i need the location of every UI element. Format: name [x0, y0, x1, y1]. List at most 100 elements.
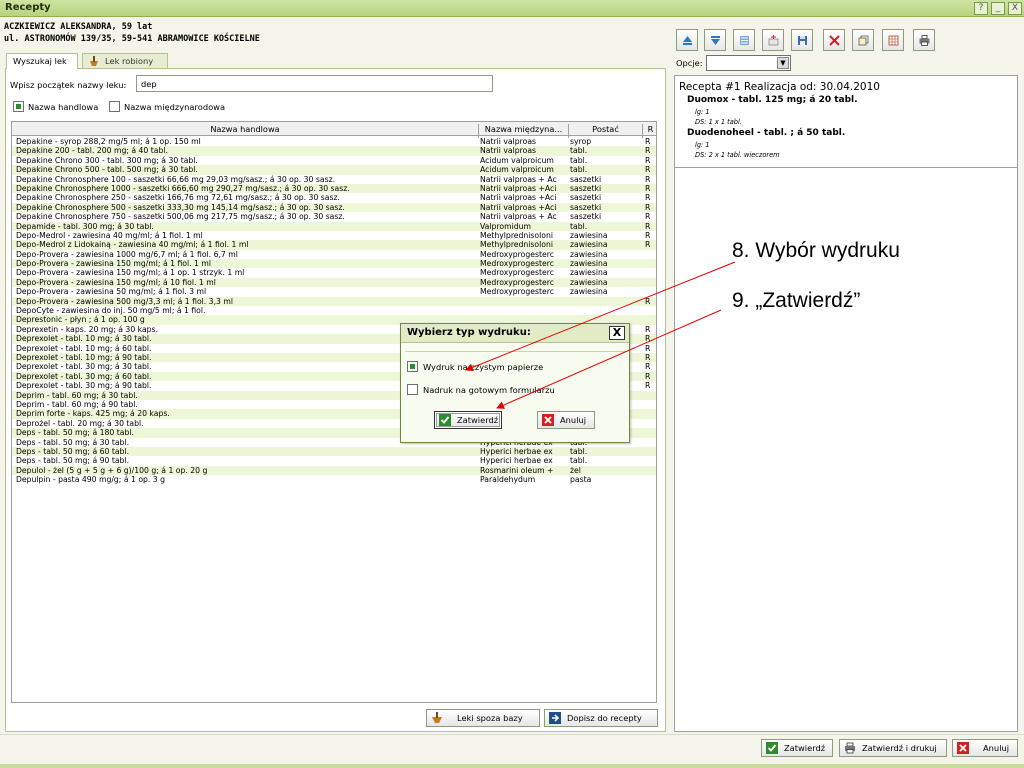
dialog-cancel-label: Anuluj — [560, 415, 587, 425]
dialog-cancel-button[interactable]: Anuluj — [537, 411, 595, 429]
plain-paper-label: Wydruk na czystym papierze — [423, 362, 544, 372]
table-icon — [888, 35, 899, 46]
table-row[interactable]: Depakine Chronosphere 100 - saszetki 66,… — [12, 174, 656, 184]
search-label: Wpisz początek nazwy leku: — [10, 80, 127, 90]
cell-trade-name: Depakine Chrono 500 - tabl. 500 mg; á 30… — [16, 165, 198, 175]
chevron-down-icon[interactable]: ▼ — [777, 57, 789, 69]
table-row[interactable]: Depakine Chrono 300 - tabl. 300 mg; á 30… — [12, 155, 656, 165]
cell-international-name: Hyperici herbae ex — [480, 446, 553, 456]
help-button[interactable]: ? — [974, 2, 988, 15]
cell-trade-name: Depo-Provera - zawiesina 150 mg/ml; á 10… — [16, 277, 216, 287]
print-button[interactable] — [913, 29, 935, 51]
cell-r: R — [645, 202, 651, 212]
move-up-button[interactable] — [676, 29, 698, 51]
tab-search-drug[interactable]: Wyszukaj lek — [6, 53, 78, 69]
table-row[interactable]: Depakine Chronosphere 250 - saszetki 166… — [12, 193, 656, 203]
table-row[interactable]: Depo-Provera - zawiesina 150 mg/ml; á 10… — [12, 277, 656, 288]
options-label: Opcje: — [676, 58, 703, 68]
table-row[interactable]: DepoCyte - zawiesina do inj. 50 mg/5 ml;… — [12, 306, 656, 316]
minimize-button[interactable]: _ — [991, 2, 1005, 15]
dosage-button[interactable] — [762, 29, 784, 51]
cell-form: tabl. — [570, 446, 588, 456]
table-row[interactable]: Depo-Medrol - zawiesina 40 mg/ml; á 1 fi… — [12, 230, 656, 240]
table-row[interactable]: Depo-Provera - zawiesina 500 mg/3,3 ml; … — [12, 296, 656, 307]
prescription-item[interactable]: Duomox - tabl. 125 mg; á 20 tabl. — [687, 95, 858, 105]
delete-button[interactable] — [823, 29, 845, 51]
list-button[interactable] — [733, 29, 755, 51]
cell-r: R — [645, 230, 651, 240]
table-row[interactable]: Depakine Chrono 500 - tabl. 500 mg; á 30… — [12, 165, 656, 175]
cell-form: zawiesina — [570, 259, 608, 269]
table-row[interactable]: Deps - tabl. 50 mg; á 90 tabl. Hyperici h… — [12, 456, 656, 466]
prescription-item[interactable]: Duodenoheel - tabl. ; á 50 tabl. — [687, 128, 845, 138]
cell-r: R — [645, 165, 651, 175]
cell-r: R — [645, 155, 651, 165]
trade-name-checkbox[interactable] — [13, 101, 24, 112]
cell-r: R — [645, 193, 651, 203]
cell-form: tabl. — [570, 165, 588, 175]
patient-name: ACZKIEWICZ ALEKSANDRA, 59 lat — [4, 22, 153, 32]
confirm-button[interactable]: Zatwierdź — [761, 739, 833, 757]
cancel-button[interactable]: Anuluj — [952, 739, 1018, 757]
patient-address: ul. ASTRONOMÓW 139/35, 59-541 ABRAMOWICE… — [4, 34, 260, 44]
cell-form: saszetki — [570, 174, 602, 184]
col-r[interactable]: R — [643, 124, 656, 134]
cell-international-name: Hyperici herbae ex — [480, 456, 553, 466]
cell-r: R — [645, 343, 651, 353]
cell-form: saszetki — [570, 183, 602, 193]
options-select[interactable]: ▼ — [706, 55, 791, 71]
copy-button[interactable] — [852, 29, 874, 51]
table-row[interactable]: Depakine Chronosphere 750 - saszetki 500… — [12, 212, 656, 221]
arrow-right-icon — [549, 712, 561, 724]
cell-trade-name: Depo-Provera - zawiesina 150 mg/ml; á 1 … — [16, 259, 211, 269]
table-row[interactable]: Depo-Medrol z Lidokainą - zawiesina 40 m… — [12, 240, 656, 250]
table-row[interactable]: Depo-Provera - zawiesina 50 mg/ml; á 1 f… — [12, 287, 656, 296]
confirm-and-print-button[interactable]: Zatwierdź i drukuj — [839, 739, 947, 757]
dialog-close-button[interactable]: X — [609, 326, 625, 340]
dialog-confirm-label: Zatwierdź — [457, 415, 499, 425]
tab-compounded-drug[interactable]: Lek robiony — [82, 53, 168, 68]
table-row[interactable]: Depakine Chronosphere 1000 - saszetki 66… — [12, 183, 656, 194]
col-form[interactable]: Postać — [569, 124, 642, 134]
prescription-entry[interactable]: Recepta #1 Realizacja od: 30.04.2010 Duo… — [675, 76, 1017, 168]
cell-r: R — [645, 183, 651, 193]
tab-label: Wyszukaj lek — [13, 56, 67, 66]
cancel-label: Anuluj — [983, 743, 1010, 753]
cell-international-name: Natrii valproas +Aci — [480, 193, 557, 203]
preprinted-form-checkbox[interactable] — [407, 384, 418, 395]
add-to-prescription-button[interactable]: Dopisz do recepty — [544, 709, 658, 727]
copy-icon — [858, 35, 869, 46]
table-row[interactable]: Depulol - żel (5 g + 5 g + 6 g)/100 g; á… — [12, 465, 656, 476]
cell-international-name: Natrii valproas + Ac — [480, 174, 557, 184]
table-row[interactable]: Depo-Provera - zawiesina 150 mg/ml; á 1 … — [12, 259, 656, 269]
search-input[interactable] — [136, 75, 493, 92]
table-row[interactable]: Depulpin - pasta 490 mg/g; á 1 op. 3 g Pa… — [12, 475, 656, 484]
grid-button[interactable] — [882, 29, 904, 51]
international-name-label: Nazwa międzynarodowa — [124, 102, 226, 112]
col-trade-name[interactable]: Nazwa handlowa — [12, 124, 478, 134]
table-row[interactable]: Depakine 200 - tabl. 200 mg; á 40 tabl. N… — [12, 146, 656, 156]
table-row[interactable]: Depakine Chronosphere 500 - saszetki 333… — [12, 202, 656, 213]
international-name-checkbox[interactable] — [109, 101, 120, 112]
cell-international-name: Methylprednisoloni — [480, 240, 553, 250]
table-row[interactable]: Depo-Provera - zawiesina 1000 mg/6,7 ml;… — [12, 250, 656, 259]
save-button[interactable] — [791, 29, 813, 51]
dialog-title: Wybierz typ wydruku: — [407, 327, 531, 338]
table-row[interactable]: Deps - tabl. 50 mg; á 60 tabl. Hyperici h… — [12, 446, 656, 457]
col-international-name[interactable]: Nazwa międzyna... — [479, 124, 568, 134]
outside-db-button[interactable]: Leki spoza bazy — [426, 709, 540, 727]
plain-paper-checkbox[interactable] — [407, 361, 418, 372]
cell-trade-name: Depamide - tabl. 300 mg; á 30 tabl. — [16, 221, 154, 231]
table-row[interactable]: Depo-Provera - zawiesina 150 mg/ml; á 1 … — [12, 268, 656, 277]
move-down-button[interactable] — [704, 29, 726, 51]
cell-form: zawiesina — [570, 240, 608, 250]
cell-trade-name: DepoCyte - zawiesina do inj. 50 mg/5 ml;… — [16, 306, 206, 316]
table-row[interactable]: Depamide - tabl. 300 mg; á 30 tabl. Valpr… — [12, 221, 656, 231]
cell-form: zawiesina — [570, 277, 608, 287]
close-window-button[interactable]: X — [1008, 2, 1022, 15]
confirm-and-print-label: Zatwierdź i drukuj — [862, 743, 937, 753]
cell-form: saszetki — [570, 193, 602, 203]
table-row[interactable]: Depakine - syrop 288,2 mg/5 ml; á 1 op. … — [12, 137, 656, 146]
dialog-confirm-button[interactable]: Zatwierdź — [434, 411, 502, 429]
checkmark-icon — [766, 742, 778, 754]
